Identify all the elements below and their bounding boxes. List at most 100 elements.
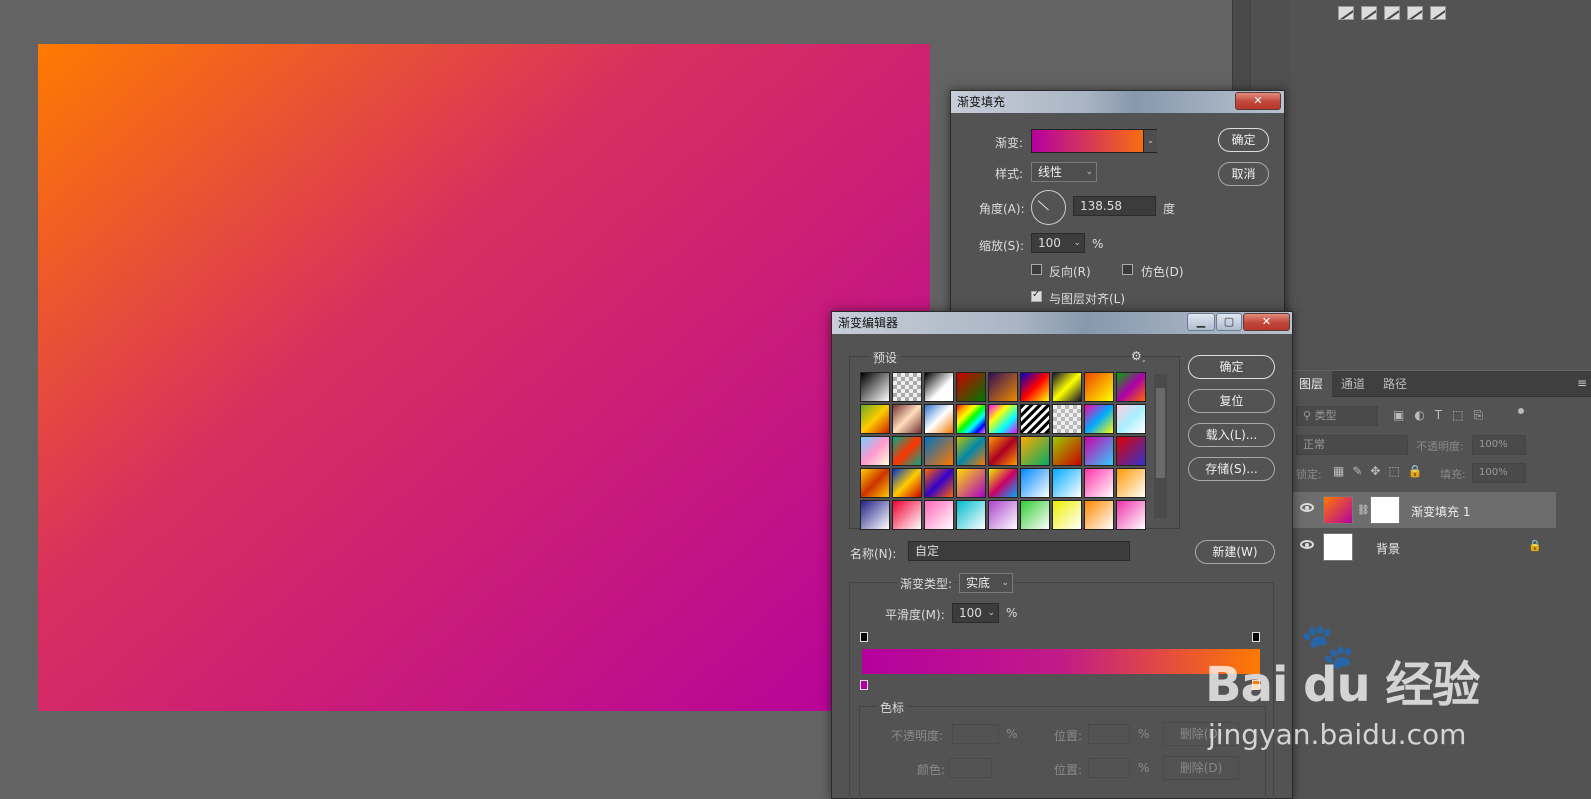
layer-filter-select[interactable]: ⚲ 类型 <box>1296 406 1378 426</box>
preset-swatch[interactable] <box>956 404 986 434</box>
preset-swatch[interactable] <box>924 436 954 466</box>
channel-mixer-icon[interactable] <box>1407 6 1423 20</box>
preset-swatch[interactable] <box>988 468 1018 498</box>
preset-swatch[interactable] <box>892 372 922 402</box>
preset-swatch[interactable] <box>1052 500 1082 530</box>
close-button[interactable]: ✕ <box>1235 92 1281 110</box>
preset-swatch[interactable] <box>1084 500 1114 530</box>
maximize-button[interactable]: ▢ <box>1216 313 1242 331</box>
gradient-map-icon[interactable] <box>1430 6 1446 20</box>
angle-dial[interactable] <box>1031 190 1066 225</box>
layer-row-background[interactable]: 背景 🔒 <box>1290 529 1556 565</box>
preset-swatch[interactable] <box>1116 468 1146 498</box>
preset-swatch[interactable] <box>1116 372 1146 402</box>
preset-swatch[interactable] <box>1052 372 1082 402</box>
preset-swatch[interactable] <box>1020 500 1050 530</box>
stop-color-swatch[interactable] <box>948 758 992 778</box>
curves-icon[interactable] <box>1338 6 1354 20</box>
gradient-bar[interactable] <box>862 649 1260 674</box>
stop-location-input[interactable] <box>1088 724 1130 744</box>
opacity-stop-left[interactable] <box>860 632 868 642</box>
align-with-layer-checkbox[interactable] <box>1031 289 1042 302</box>
chevron-down-icon[interactable]: ⌄ <box>1143 130 1157 152</box>
preset-swatch[interactable] <box>1020 404 1050 434</box>
layer-row-gradient-fill[interactable]: ⛓ 渐变填充 1 <box>1290 492 1556 528</box>
preset-swatch[interactable] <box>1084 372 1114 402</box>
tab-paths[interactable]: 路径 <box>1374 371 1416 397</box>
save-button[interactable]: 存储(S)... <box>1188 457 1275 481</box>
lock-icons[interactable]: ▦✎✥⬚🔒 <box>1333 464 1431 478</box>
stop-opacity-input[interactable] <box>952 724 999 744</box>
tab-layers[interactable]: 图层 <box>1290 371 1333 397</box>
preset-swatch[interactable] <box>1116 404 1146 434</box>
dither-checkbox[interactable] <box>1122 264 1133 275</box>
reset-button[interactable]: 复位 <box>1188 389 1275 413</box>
preset-swatch[interactable] <box>1052 468 1082 498</box>
preset-swatch[interactable] <box>988 372 1018 402</box>
preset-swatch[interactable] <box>860 468 890 498</box>
preset-swatch[interactable] <box>1116 500 1146 530</box>
angle-input[interactable]: 138.58 <box>1073 196 1156 216</box>
fill-input[interactable]: 100% <box>1472 463 1526 483</box>
smoothness-input[interactable]: 100 ⌄ <box>952 603 999 623</box>
ok-button[interactable]: 确定 <box>1218 128 1269 152</box>
preset-swatch[interactable] <box>860 404 890 434</box>
close-button[interactable]: ✕ <box>1243 313 1290 331</box>
preset-swatch[interactable] <box>924 468 954 498</box>
eye-icon[interactable] <box>1300 540 1314 549</box>
preset-swatch[interactable] <box>1020 372 1050 402</box>
opacity-stop-right[interactable] <box>1252 632 1260 642</box>
preset-swatch[interactable] <box>1084 468 1114 498</box>
preset-swatch[interactable] <box>924 372 954 402</box>
reverse-checkbox[interactable] <box>1031 264 1042 275</box>
preset-swatch[interactable] <box>892 468 922 498</box>
preset-swatch[interactable] <box>1020 436 1050 466</box>
preset-swatch[interactable] <box>924 404 954 434</box>
preset-swatch[interactable] <box>1116 436 1146 466</box>
preset-swatch[interactable] <box>1052 404 1082 434</box>
gear-icon[interactable]: ⚙˯ <box>1131 349 1146 363</box>
vibrance-icon[interactable] <box>1384 6 1400 20</box>
preset-swatch[interactable] <box>956 500 986 530</box>
preset-swatch[interactable] <box>860 372 890 402</box>
filter-toggle-icon[interactable] <box>1518 408 1524 414</box>
cancel-button[interactable]: 取消 <box>1218 162 1269 186</box>
panel-menu-icon[interactable]: ≡ <box>1577 376 1587 390</box>
preset-swatch[interactable] <box>956 468 986 498</box>
preset-swatch[interactable] <box>892 436 922 466</box>
preset-swatch[interactable] <box>956 436 986 466</box>
minimize-button[interactable]: ▁ <box>1187 313 1215 331</box>
preset-swatch[interactable] <box>1084 404 1114 434</box>
gradient-preview[interactable]: ⌄ <box>1031 129 1157 153</box>
blend-mode-select[interactable]: 正常 <box>1296 435 1408 455</box>
preset-swatch[interactable] <box>988 500 1018 530</box>
presets-scrollbar[interactable] <box>1154 374 1167 518</box>
opacity-input[interactable]: 100% <box>1472 435 1526 455</box>
name-input[interactable]: 自定 <box>908 541 1130 561</box>
preset-swatch[interactable] <box>892 404 922 434</box>
link-icon[interactable]: ⛓ <box>1357 505 1370 516</box>
style-select[interactable]: 线性 ⌄ <box>1031 162 1097 182</box>
eye-icon[interactable] <box>1300 503 1314 512</box>
document-canvas[interactable] <box>38 44 930 711</box>
preset-swatch[interactable] <box>988 436 1018 466</box>
preset-swatch[interactable] <box>1052 436 1082 466</box>
color-stop-left[interactable] <box>860 680 868 690</box>
scale-input[interactable]: 100 ⌄ <box>1031 233 1085 253</box>
preset-swatch[interactable] <box>988 404 1018 434</box>
preset-swatch[interactable] <box>1084 436 1114 466</box>
preset-swatch[interactable] <box>892 500 922 530</box>
ok-button[interactable]: 确定 <box>1188 355 1275 379</box>
tab-channels[interactable]: 通道 <box>1332 371 1374 397</box>
filter-icons[interactable]: ▣◐T⬚⎘ <box>1393 408 1493 423</box>
preset-swatch[interactable] <box>860 436 890 466</box>
stop-color-location-input[interactable] <box>1088 758 1130 778</box>
preset-swatch[interactable] <box>956 372 986 402</box>
type-select[interactable]: 实底 ⌄ <box>959 573 1013 593</box>
preset-swatch[interactable] <box>1020 468 1050 498</box>
exposure-icon[interactable] <box>1361 6 1377 20</box>
preset-swatch[interactable] <box>860 500 890 530</box>
new-button[interactable]: 新建(W) <box>1195 540 1275 564</box>
load-button[interactable]: 载入(L)... <box>1188 423 1275 447</box>
delete-color-stop-button[interactable]: 删除(D) <box>1163 756 1239 780</box>
